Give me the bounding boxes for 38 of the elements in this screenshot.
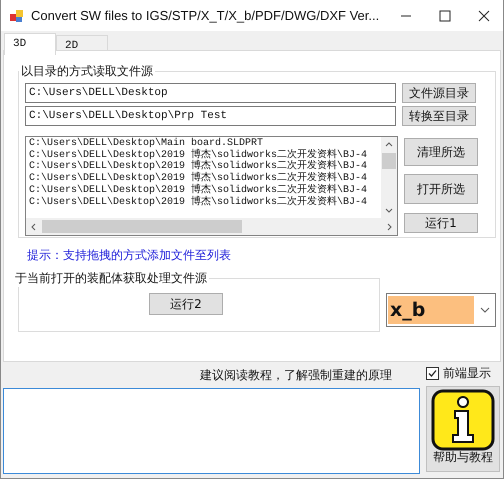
list-action-button[interactable]: 打开所选 [404,174,478,204]
run-button[interactable]: 运行2 [149,293,223,315]
scroll-up-icon[interactable] [385,141,393,147]
source-folder-button[interactable]: 文件源目录 [402,83,476,103]
help-button[interactable]: 帮助与教程 [426,386,500,472]
tab[interactable]: 2D [56,35,108,50]
info-icon [430,389,496,451]
group-title: 于当前打开的装配体获取处理文件源 [14,270,208,287]
tutorial-note: 建议阅读教程，了解强制重建的原理 [200,367,392,384]
scroll-thumb[interactable] [382,153,396,169]
vertical-scrollbar[interactable] [381,137,397,218]
list-action-button[interactable]: 运行1 [404,213,478,233]
window-title: Convert SW files to IGS/STP/X_T/X_b/PDF/DWG/DXF Ver... [31,8,380,23]
checkbox[interactable] [426,367,439,380]
output-text-area[interactable] [3,388,420,474]
checkbox-label: 前端显示 [443,365,491,382]
hint-text: 提示：支持拖拽的方式添加文件至列表 [27,247,232,264]
scroll-thumb[interactable] [42,220,242,233]
file-list-item[interactable]: C:\Users\DELL\Desktop\2019 博杰\solidworks二次开发资料\BJ-4 [29,173,381,185]
scroll-left-icon[interactable] [30,222,36,230]
close-icon[interactable] [478,10,490,22]
target-folder-button[interactable]: 转换至目录 [402,106,476,126]
maximize-icon[interactable] [439,10,451,22]
app-icon [9,8,25,24]
tab[interactable]: 3D [4,33,56,55]
file-list-item[interactable]: C:\Users\DELL\Desktop\2019 博杰\solidworks二次开发资料\BJ-4 [29,184,381,197]
file-list-item[interactable]: C:\Users\DELL\Desktop\2019 博杰\solidworks二次开发资料\BJ-4 [29,196,381,208]
file-list-item[interactable]: C:\Users\DELL\Desktop\Main board.SLDPRT [29,138,381,150]
list-action-button[interactable]: 清理所选 [404,138,478,166]
source-path-field[interactable]: C:\Users\DELL\Desktop [25,83,396,103]
scroll-down-icon[interactable] [385,208,393,214]
scroll-right-icon[interactable] [387,222,393,230]
format-dropdown[interactable]: x_b [386,293,496,327]
horizontal-scrollbar[interactable] [26,218,397,235]
group-title: 以目录的方式读取文件源 [20,63,154,80]
target-path-field[interactable]: C:\Users\DELL\Desktop\Prp Test [25,106,396,126]
file-list[interactable] [25,136,398,236]
dropdown-caret-icon [480,307,490,313]
